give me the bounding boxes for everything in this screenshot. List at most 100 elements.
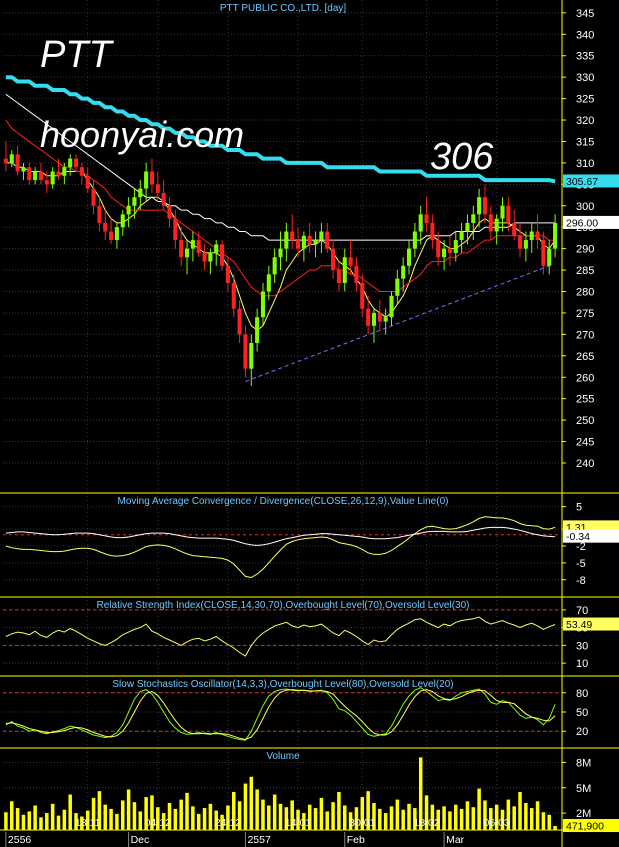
volume-bar: [50, 803, 55, 830]
candle-body: [272, 257, 277, 275]
stochastic-y-tick-label: 20: [576, 726, 588, 738]
volume-bar: [313, 808, 318, 830]
candle-body: [231, 282, 236, 309]
candle-body: [114, 227, 119, 241]
candle-body: [541, 240, 546, 266]
price-y-tick-label: 310: [576, 158, 594, 170]
x-month-label: Mar: [446, 834, 465, 846]
volume-bar: [62, 809, 67, 830]
candle-body: [68, 158, 73, 168]
x-month-label: 2557: [247, 834, 271, 846]
x-month-label: Feb: [347, 834, 365, 846]
price-y-tick-label: 265: [576, 351, 594, 363]
x-tick-label: 04/12: [145, 817, 171, 829]
candle-body: [395, 278, 400, 296]
volume-bar: [255, 789, 259, 830]
volume-bar: [343, 805, 347, 830]
volume-y-tick-label: 2M: [576, 808, 591, 820]
volume-bar: [68, 794, 72, 830]
candle-body: [331, 248, 336, 271]
x-tick-label: 06/03: [484, 817, 510, 829]
volume-bar: [272, 794, 277, 830]
candle-body: [91, 188, 96, 206]
volume-bar: [477, 788, 481, 830]
price-y-tick-label: 270: [576, 329, 594, 341]
rsi-y-tick-label: 30: [576, 640, 588, 652]
candle-body: [553, 222, 558, 249]
candle-body: [220, 244, 225, 266]
price-y-tick-label: 300: [576, 201, 594, 213]
x-tick-label: 18/02: [413, 817, 439, 829]
candle-body: [161, 192, 166, 206]
price-y-tick-label: 280: [576, 287, 594, 299]
volume-bar: [448, 811, 452, 830]
candle-body: [103, 222, 108, 232]
candle-body: [336, 270, 341, 283]
price-last-value-label: 305.67: [566, 176, 598, 188]
volume-bar: [325, 811, 329, 830]
candle-body: [126, 205, 131, 215]
candle-body: [132, 197, 137, 206]
candle-body: [266, 274, 271, 292]
price-y-tick-label: 250: [576, 415, 594, 427]
volume-last-value-label: 471,900: [566, 821, 604, 833]
volume-bar: [10, 801, 14, 830]
volume-bar: [109, 808, 113, 830]
candle-body: [120, 214, 125, 228]
candle-body: [477, 197, 482, 215]
candle-body: [155, 184, 160, 193]
annotation-306: 306: [430, 136, 494, 178]
x-month-label: Dec: [131, 834, 150, 846]
volume-bar: [512, 806, 516, 830]
price-y-tick-label: 275: [576, 308, 594, 320]
candle-body: [529, 231, 534, 241]
volume-bar: [126, 789, 131, 830]
volume-bar: [208, 803, 213, 830]
volume-bar: [553, 826, 557, 830]
volume-bar: [243, 783, 248, 830]
volume-bar: [173, 808, 178, 830]
volume-bar: [191, 806, 195, 830]
candle-body: [44, 180, 49, 185]
candle-body: [138, 188, 143, 198]
price-y-tick-label: 335: [576, 51, 594, 63]
candle-body: [389, 295, 394, 318]
price-chart-title: PTT PUBLIC CO.,LTD. [day]: [220, 3, 347, 14]
price-y-tick-label: 340: [576, 29, 594, 41]
candle-body: [284, 231, 289, 249]
candle-body: [319, 231, 324, 241]
price-y-tick-label: 290: [576, 244, 594, 256]
volume-bar: [319, 797, 324, 830]
candle-body: [79, 167, 84, 176]
volume-bar: [196, 813, 201, 830]
candle-body: [202, 252, 207, 262]
volume-bar: [407, 803, 411, 830]
candle-body: [184, 248, 190, 258]
volume-bar: [395, 799, 400, 830]
rsi-y-tick-label: 70: [576, 605, 588, 617]
candle-body: [535, 231, 540, 241]
price-y-tick-label: 255: [576, 394, 594, 406]
candle-body: [173, 218, 178, 241]
candle-body: [196, 240, 201, 253]
candle-body: [237, 308, 242, 335]
volume-bar: [21, 814, 26, 830]
volume-bar: [261, 799, 265, 830]
candle-body: [383, 317, 388, 322]
volume-bar: [185, 792, 189, 830]
candle-body: [62, 167, 67, 176]
volume-title: Volume: [266, 751, 300, 762]
volume-bar: [4, 812, 8, 830]
chart-window: 2402452502552602652702752802852902953003…: [0, 0, 619, 847]
candle-body: [325, 231, 330, 249]
candle-body: [436, 240, 441, 258]
price-y-tick-label: 260: [576, 372, 594, 384]
volume-bar: [378, 808, 382, 830]
macd-y-tick-label: -8: [576, 575, 586, 587]
candle-body: [488, 214, 493, 232]
x-tick-label: 14/01: [285, 817, 311, 829]
candle-body: [465, 222, 470, 232]
candle-body: [167, 205, 172, 219]
candle-body: [482, 197, 488, 215]
candle-body: [471, 214, 476, 223]
